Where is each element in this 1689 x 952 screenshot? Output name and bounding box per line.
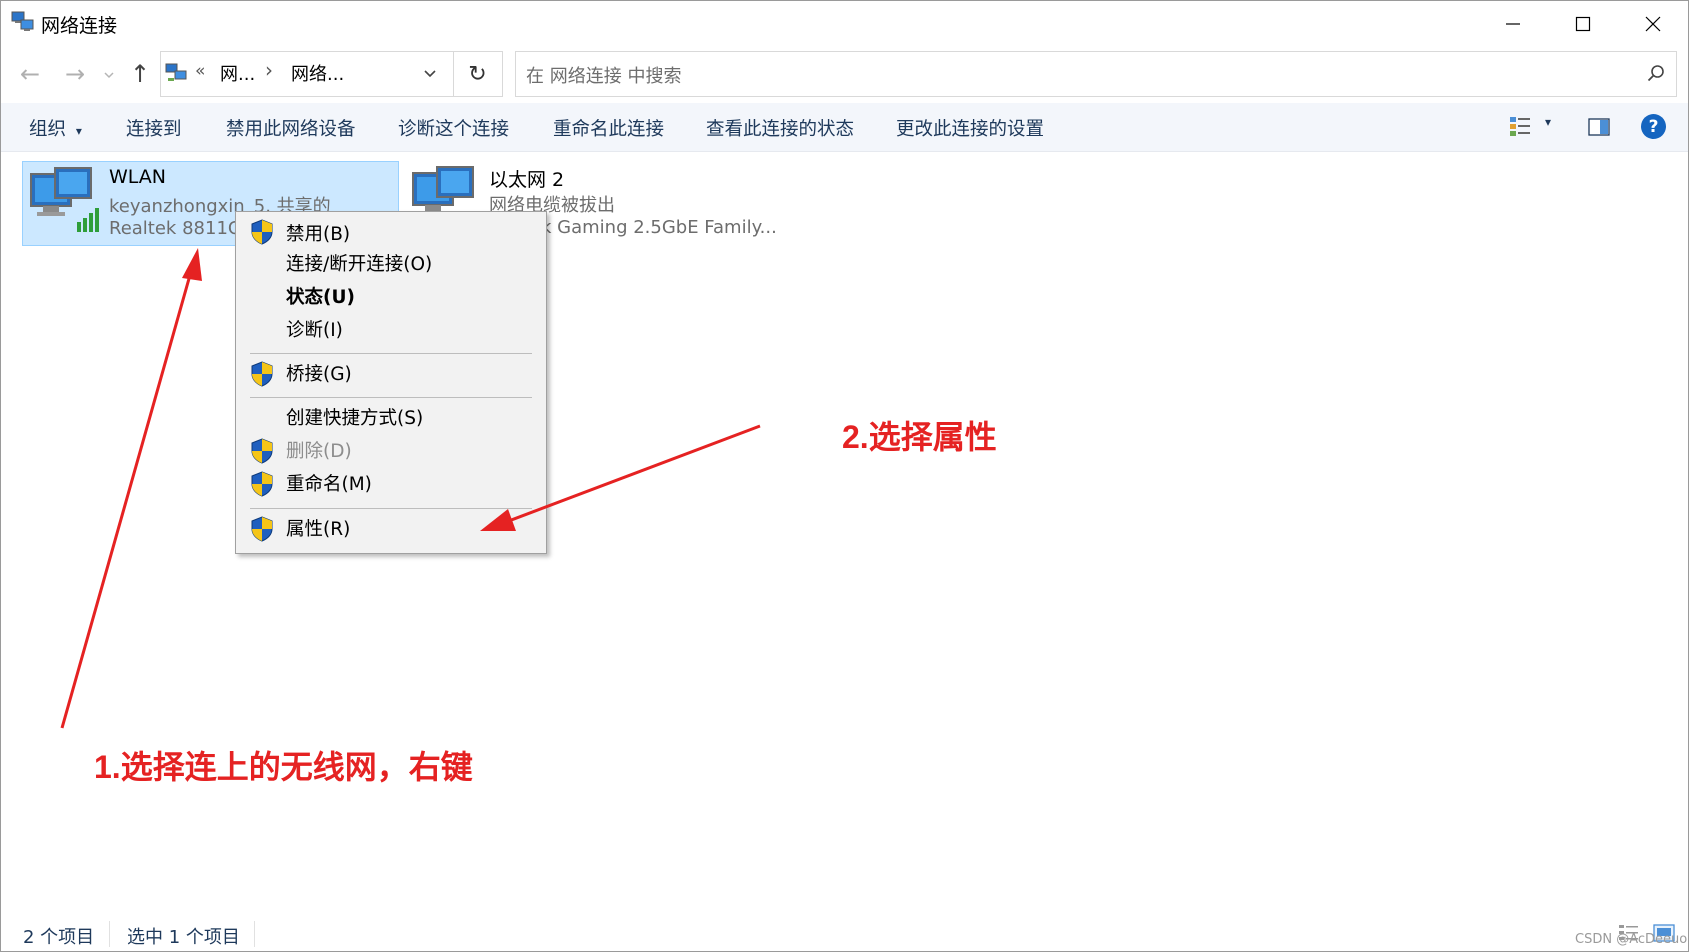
annotation-arrow-2: [480, 424, 761, 531]
annotation-arrows: [60, 248, 761, 729]
annotation-step-1: 1.选择连上的无线网，右键: [94, 749, 473, 785]
watermark-text: CSDN @AcDeeuo: [1575, 932, 1688, 947]
annotation-step-2: 2.选择属性: [842, 419, 997, 455]
annotation-arrow-1: [60, 248, 202, 729]
